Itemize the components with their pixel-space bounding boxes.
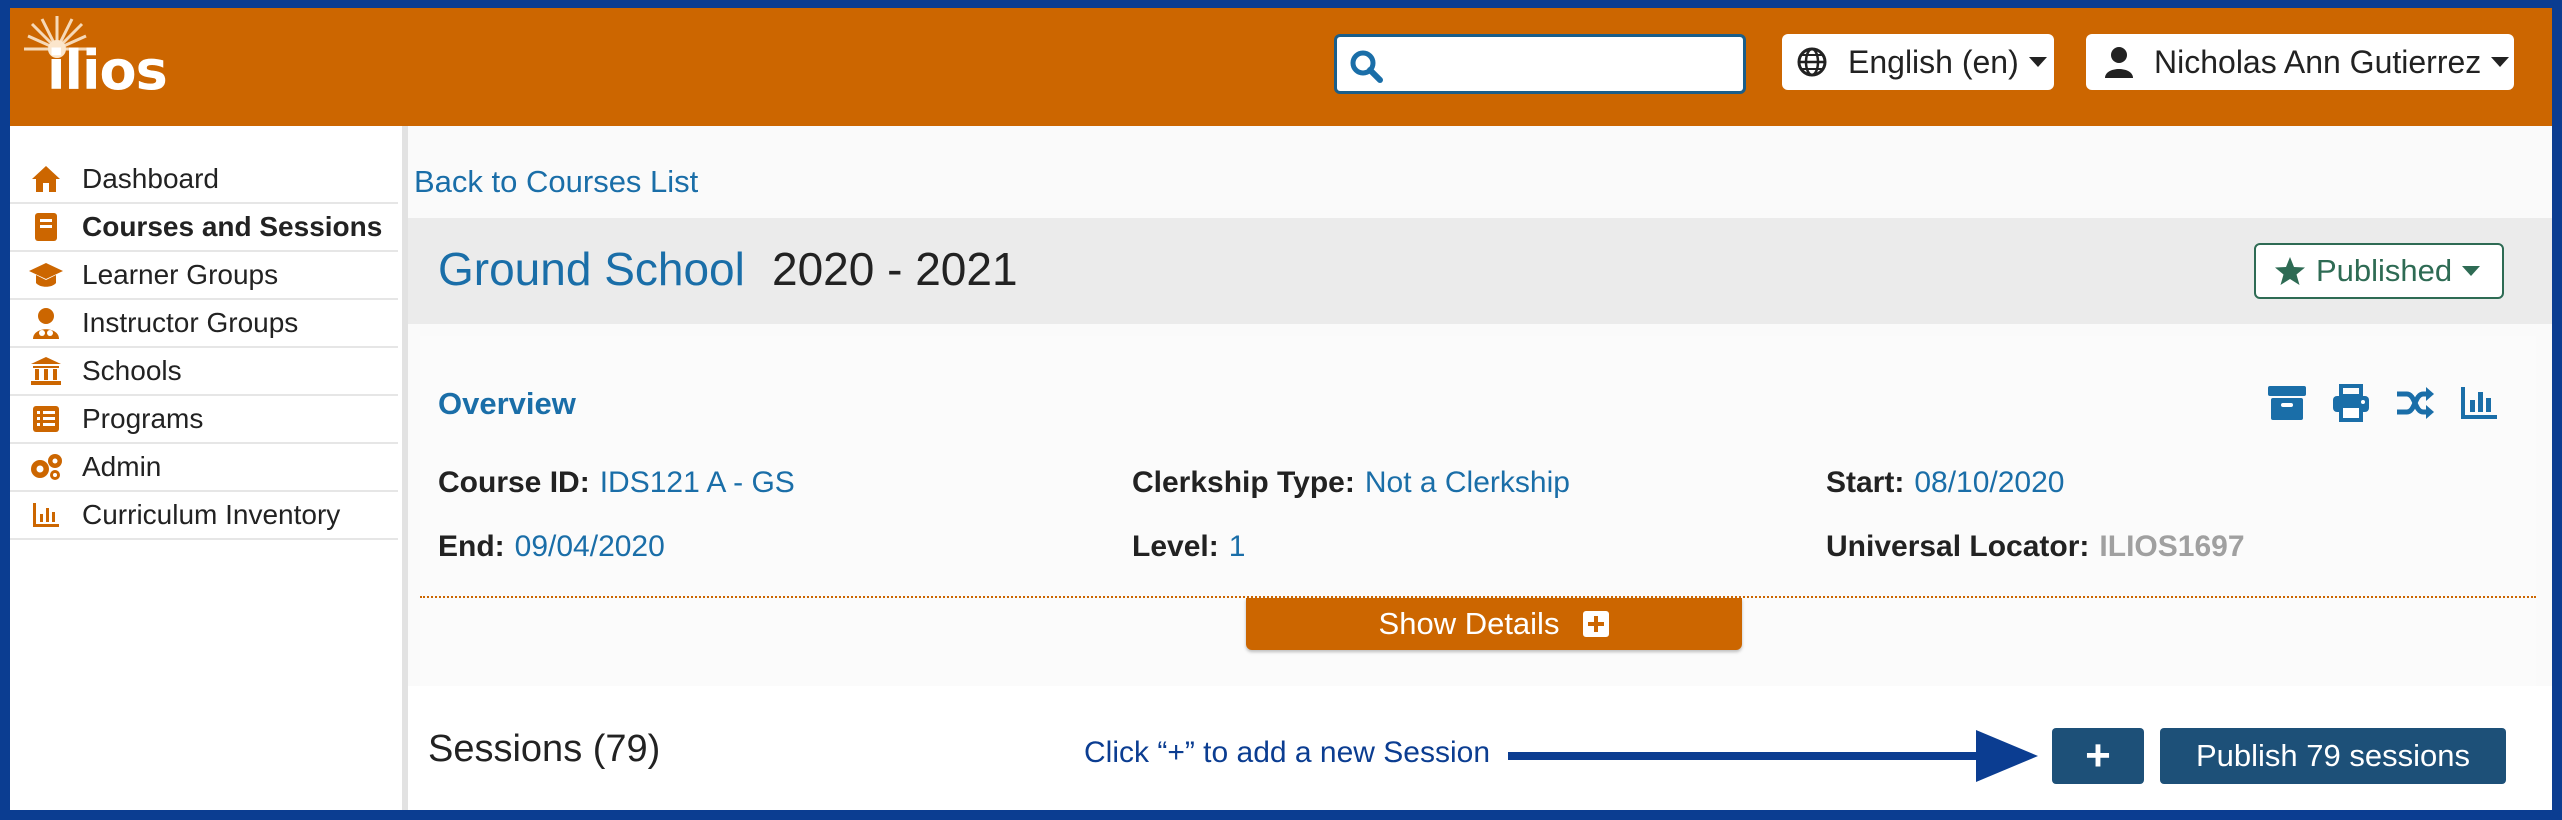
course-id-value[interactable]: IDS121 A - GS bbox=[600, 466, 795, 499]
sidebar-item-label: Admin bbox=[82, 451, 162, 482]
show-details-label: Show Details bbox=[1378, 606, 1560, 641]
main-content: Back to Courses List Ground School 2020 … bbox=[408, 126, 2552, 810]
globe-icon bbox=[1797, 47, 1827, 77]
clerkship-label: Clerkship Type: bbox=[1132, 466, 1355, 499]
sidebar-item-admin[interactable]: Admin bbox=[10, 444, 398, 492]
sidebar-item-dashboard[interactable]: Dashboard bbox=[10, 156, 398, 204]
sidebar-item-schools[interactable]: Schools bbox=[10, 348, 398, 396]
course-header: Ground School 2020 - 2021 Published bbox=[408, 218, 2552, 324]
show-details-button[interactable]: Show Details bbox=[1246, 598, 1742, 650]
start-label: Start: bbox=[1826, 466, 1905, 499]
sidebar-item-courses[interactable]: Courses and Sessions bbox=[10, 204, 398, 252]
app-window: ilios English (en) Nicholas Ann Gutierre… bbox=[10, 8, 2552, 810]
end-value[interactable]: 09/04/2020 bbox=[515, 530, 665, 563]
user-name: Nicholas Ann Gutierrez bbox=[2154, 43, 2482, 80]
publish-sessions-button[interactable]: Publish 79 sessions bbox=[2160, 728, 2506, 784]
gears-icon bbox=[28, 449, 64, 485]
end-field: End: 09/04/2020 bbox=[438, 530, 665, 564]
universal-locator-field: Universal Locator: ILIOS1697 bbox=[1826, 530, 2245, 564]
overview-title: Overview bbox=[438, 386, 576, 421]
sidebar-item-label: Schools bbox=[82, 355, 182, 386]
print-icon[interactable] bbox=[2330, 382, 2372, 424]
publish-status-label: Published bbox=[2316, 253, 2453, 288]
plus-square-icon bbox=[1583, 611, 1610, 637]
arrow-right-icon bbox=[1508, 730, 2038, 782]
clerkship-field: Clerkship Type: Not a Clerkship bbox=[1132, 466, 1570, 500]
sidebar-item-label: Curriculum Inventory bbox=[82, 499, 341, 530]
sidebar-item-label: Learner Groups bbox=[82, 259, 279, 290]
user-icon bbox=[2105, 47, 2133, 78]
universal-locator-value: ILIOS1697 bbox=[2099, 530, 2245, 563]
sidebar-item-label: Dashboard bbox=[82, 163, 219, 194]
publish-status-dropdown[interactable]: Published bbox=[2254, 243, 2504, 299]
sessions-title: Sessions (79) bbox=[428, 728, 661, 770]
clerkship-value[interactable]: Not a Clerkship bbox=[1365, 466, 1570, 499]
end-label: End: bbox=[438, 530, 505, 563]
search-input[interactable] bbox=[1334, 34, 1746, 94]
course-id-field: Course ID: IDS121 A - GS bbox=[438, 466, 795, 500]
sidebar-item-label: Courses and Sessions bbox=[82, 211, 383, 242]
overview-actions bbox=[2266, 382, 2500, 424]
random-icon[interactable] bbox=[2394, 382, 2436, 424]
level-label: Level: bbox=[1132, 530, 1219, 563]
home-icon bbox=[28, 161, 64, 197]
back-to-courses-link[interactable]: Back to Courses List bbox=[414, 164, 698, 200]
sidebar-item-label: Programs bbox=[82, 403, 204, 434]
chevron-down-icon bbox=[2491, 57, 2510, 67]
star-icon bbox=[2275, 257, 2305, 285]
logo-text: ilios bbox=[47, 39, 168, 102]
start-field: Start: 08/10/2020 bbox=[1826, 466, 2065, 500]
add-session-hint: Click “+” to add a new Session bbox=[1084, 736, 1491, 769]
start-value[interactable]: 08/10/2020 bbox=[1914, 466, 2064, 499]
sidebar: Dashboard Courses and Sessions Learner G… bbox=[10, 126, 408, 810]
search-icon bbox=[1350, 50, 1383, 83]
sidebar-item-curriculum-inventory[interactable]: Curriculum Inventory bbox=[10, 492, 398, 540]
add-session-button[interactable]: + bbox=[2052, 728, 2144, 784]
overview-panel: Overview Course ID: IDS121 A - GS Clerks… bbox=[420, 336, 2536, 696]
course-id-label: Course ID: bbox=[438, 466, 590, 499]
language-label: English (en) bbox=[1848, 43, 2019, 80]
level-value[interactable]: 1 bbox=[1229, 530, 1246, 563]
sessions-section: Sessions (79) Click “+” to add a new Ses… bbox=[408, 686, 2552, 810]
sidebar-item-programs[interactable]: Programs bbox=[10, 396, 398, 444]
course-year: 2020 - 2021 bbox=[772, 243, 1018, 295]
graduation-cap-icon bbox=[28, 257, 64, 293]
user-doctor-icon bbox=[28, 305, 64, 341]
sidebar-item-instructor-groups[interactable]: Instructor Groups bbox=[10, 300, 398, 348]
course-title[interactable]: Ground School bbox=[438, 242, 745, 296]
chart-bar-icon[interactable] bbox=[2458, 382, 2500, 424]
ilios-logo[interactable]: ilios bbox=[22, 14, 192, 114]
university-icon bbox=[28, 353, 64, 389]
list-icon bbox=[28, 401, 64, 437]
universal-locator-label: Universal Locator: bbox=[1826, 530, 2090, 563]
book-icon bbox=[28, 209, 64, 245]
level-field: Level: 1 bbox=[1132, 530, 1245, 564]
user-menu-dropdown[interactable]: Nicholas Ann Gutierrez bbox=[2086, 34, 2514, 90]
chart-icon bbox=[28, 497, 64, 533]
archive-icon[interactable] bbox=[2266, 382, 2308, 424]
sidebar-item-learner-groups[interactable]: Learner Groups bbox=[10, 252, 398, 300]
chevron-down-icon bbox=[2462, 266, 2481, 276]
language-dropdown[interactable]: English (en) bbox=[1782, 34, 2054, 90]
chevron-down-icon bbox=[2028, 57, 2047, 67]
sidebar-item-label: Instructor Groups bbox=[82, 307, 299, 338]
top-bar: ilios English (en) Nicholas Ann Gutierre… bbox=[10, 8, 2552, 126]
